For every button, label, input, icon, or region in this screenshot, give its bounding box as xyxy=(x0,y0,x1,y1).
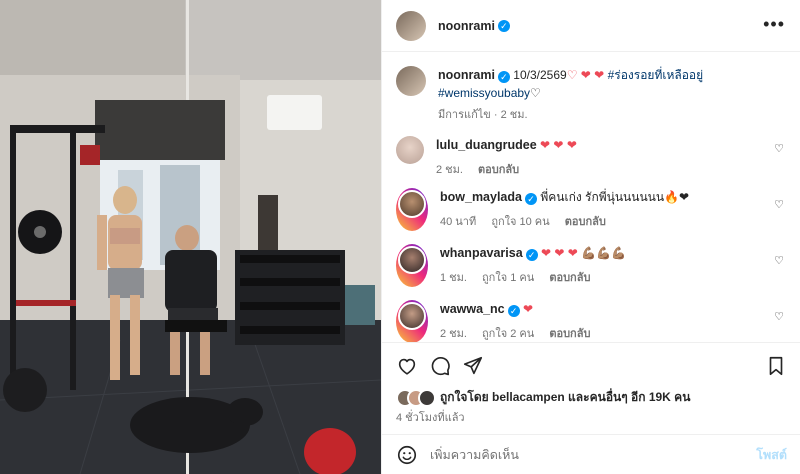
comment-item: whanpavarisa ✓ ❤ ❤ ❤ 💪🏽💪🏽💪🏽 1 ชม. ถูกใจ 1… xyxy=(396,244,788,287)
verified-badge-icon: ✓ xyxy=(507,305,520,317)
caption-date: 10/3/2569 xyxy=(513,68,567,82)
post-action-bar xyxy=(382,342,800,388)
comment-like-count[interactable]: ถูกใจ 2 คน xyxy=(482,328,534,340)
comment-like-count[interactable]: ถูกใจ 1 คน xyxy=(482,272,534,284)
post-photo[interactable] xyxy=(0,0,381,474)
emoji-smiley-icon[interactable] xyxy=(396,444,418,466)
comment-body: whanpavarisa ✓ ❤ ❤ ❤ 💪🏽💪🏽💪🏽 1 ชม. ถูกใจ 1… xyxy=(440,244,626,287)
comment-text: ❤ xyxy=(522,302,534,316)
comment-input-bar: เพิ่มความคิดเห็น โพสต์ xyxy=(382,434,800,474)
comment-body: bow_maylada ✓ พี่คนเก่ง รักพี่นุ่นนนนนน🔥❤… xyxy=(440,188,689,231)
reply-button[interactable]: ตอบกลับ xyxy=(549,328,590,340)
story-ring[interactable] xyxy=(396,300,428,343)
post-caption: noonrami ✓ 10/3/2569♡ ❤ ❤ #ร่องรอยที่เหลื… xyxy=(396,66,788,124)
commenter-username[interactable]: whanpavarisa xyxy=(440,246,523,260)
comment-like-heart-icon[interactable]: ♡ xyxy=(774,142,784,155)
likes-summary[interactable]: ถูกใจโดย bellacampen และคนอื่นๆ อีก 19K … xyxy=(396,388,690,407)
verified-badge-icon: ✓ xyxy=(497,19,510,32)
verified-badge-icon: ✓ xyxy=(497,71,510,83)
comment-like-heart-icon[interactable]: ♡ xyxy=(774,198,784,211)
comment-like-heart-icon[interactable]: ♡ xyxy=(774,310,784,323)
save-bookmark-icon[interactable] xyxy=(765,355,787,377)
comment-item: bow_maylada ✓ พี่คนเก่ง รักพี่นุ่นนนนนน🔥❤… xyxy=(396,188,788,231)
caption-tail-heart: ♡ xyxy=(530,86,541,100)
post-details-panel: noonrami ✓ ••• noonrami ✓ 10/3/2569♡ ❤ ❤ … xyxy=(381,0,800,474)
verified-badge-icon: ✓ xyxy=(524,193,537,205)
hashtag-link[interactable]: #ร่องรอยที่เหลืออยู่ xyxy=(608,68,704,82)
liker-avatars xyxy=(396,388,436,407)
comment-time: 2 ชม. xyxy=(440,328,467,340)
commenter-username[interactable]: wawwa_nc xyxy=(440,302,505,316)
more-options-icon[interactable]: ••• xyxy=(763,14,785,35)
caption-author-username[interactable]: noonrami xyxy=(438,68,495,82)
reply-button[interactable]: ตอบกลับ xyxy=(478,164,519,176)
commenter-avatar xyxy=(398,190,426,218)
comment-time: 40 นาที xyxy=(440,216,477,228)
likes-text: ถูกใจโดย bellacampen และคนอื่นๆ อีก 19K … xyxy=(440,390,691,404)
comment-bubble-icon[interactable] xyxy=(429,355,451,377)
story-ring[interactable] xyxy=(396,244,428,287)
commenter-avatar xyxy=(398,302,426,330)
comment-text: พี่คนเก่ง รักพี่นุ่นนนนนน🔥❤ xyxy=(540,190,690,204)
share-paper-plane-icon[interactable] xyxy=(462,355,484,377)
reply-button[interactable]: ตอบกลับ xyxy=(565,216,606,228)
post-comment-button[interactable]: โพสต์ xyxy=(756,445,787,465)
comment-input[interactable]: เพิ่มความคิดเห็น xyxy=(430,445,756,465)
author-username[interactable]: noonrami xyxy=(438,19,495,33)
like-heart-icon[interactable] xyxy=(396,355,418,377)
commenter-avatar xyxy=(398,246,426,274)
commenter-username[interactable]: lulu_duangrudee xyxy=(436,138,537,152)
commenter-username[interactable]: bow_maylada xyxy=(440,190,522,204)
comment-like-count[interactable]: ถูกใจ 10 คน xyxy=(491,216,549,228)
comment-text: ❤ ❤ ❤ 💪🏽💪🏽💪🏽 xyxy=(541,246,627,260)
comment-time: 1 ชม. xyxy=(440,272,467,284)
comment-like-heart-icon[interactable]: ♡ xyxy=(774,254,784,267)
comment-item: wawwa_nc ✓ ❤ 2 ชม. ถูกใจ 2 คน ตอบกลับ ♡ xyxy=(396,300,788,343)
comment-body: lulu_duangrudee ❤ ❤ ❤ 2 ชม. ตอบกลับ xyxy=(436,136,577,179)
comment-time: 2 ชม. xyxy=(436,164,463,176)
caption-hearts: ♡ ❤ ❤ xyxy=(566,68,605,82)
verified-badge-icon: ✓ xyxy=(525,249,538,261)
hashtag-link[interactable]: #wemissyoubaby xyxy=(438,86,530,100)
posted-time: 4 ชั่วโมงที่แล้ว xyxy=(396,412,465,424)
story-ring[interactable] xyxy=(396,188,428,231)
post-header: noonrami ✓ ••• xyxy=(382,0,800,52)
comment-item: lulu_duangrudee ❤ ❤ ❤ 2 ชม. ตอบกลับ ♡ xyxy=(396,136,788,179)
commenter-avatar[interactable] xyxy=(396,136,424,164)
caption-meta: มีการแก้ไข · 2 ชม. xyxy=(438,109,528,121)
comment-text: ❤ ❤ ❤ xyxy=(540,138,577,152)
gym-mirror-selfie-image xyxy=(0,0,381,474)
reply-button[interactable]: ตอบกลับ xyxy=(549,272,590,284)
caption-body: noonrami ✓ 10/3/2569♡ ❤ ❤ #ร่องรอยที่เหลื… xyxy=(438,66,703,124)
author-avatar[interactable] xyxy=(396,10,426,41)
caption-author-avatar[interactable] xyxy=(396,66,426,96)
comment-body: wawwa_nc ✓ ❤ 2 ชม. ถูกใจ 2 คน ตอบกลับ xyxy=(440,300,602,343)
